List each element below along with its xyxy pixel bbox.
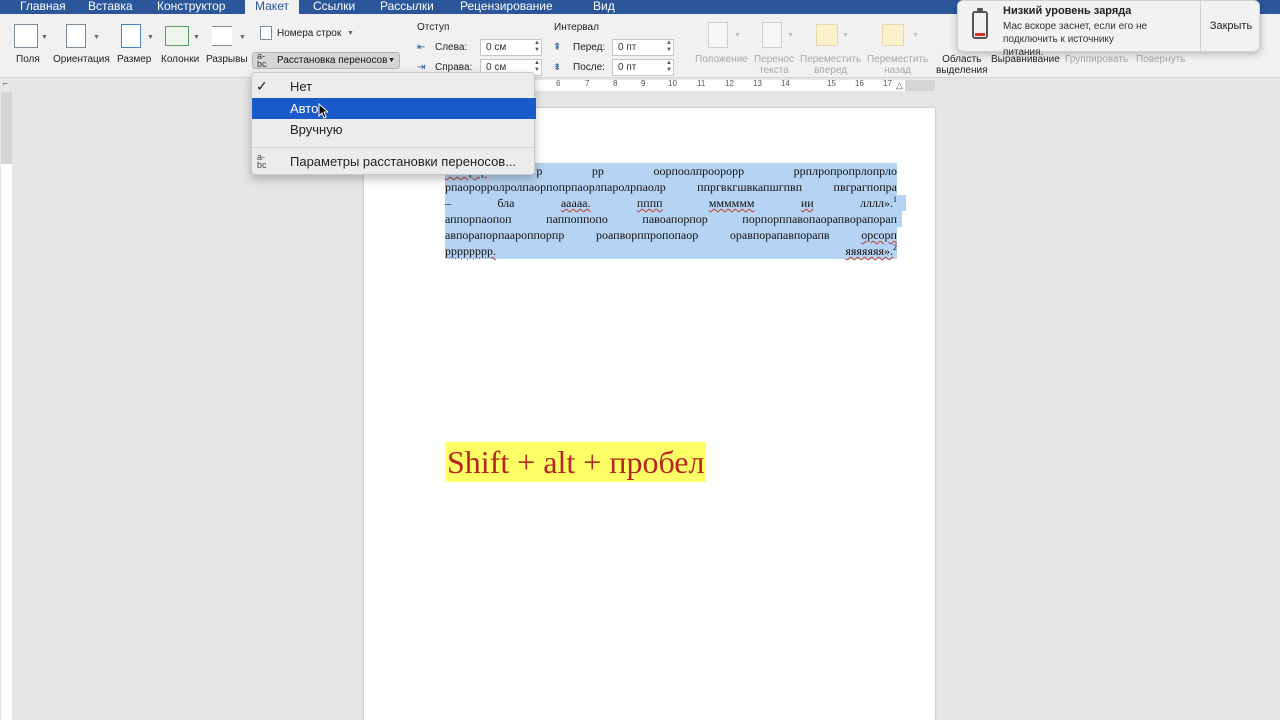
columns-icon	[165, 26, 189, 46]
chevron-down-icon: ▼	[842, 32, 849, 39]
highlighted-shortcut-text[interactable]: Shift + alt + пробел	[445, 442, 707, 482]
chevron-down-icon: ▼	[239, 34, 246, 41]
ruler-number: 17	[883, 79, 892, 88]
chevron-down-icon: ▼	[93, 34, 100, 41]
tab-stop-selector-icon[interactable]: ⌐	[3, 79, 8, 88]
menu-item-auto[interactable]: Авто	[252, 98, 536, 119]
menu-item-none[interactable]: ✓ Нет	[252, 76, 536, 97]
hyphenation-icon: a‑ bc	[257, 51, 267, 69]
orientation-button[interactable]: Ориентация	[53, 54, 110, 65]
hyphenation-menu: ✓ Нет Авто Вручную a‑ bc Параметры расста…	[251, 72, 536, 175]
wrap-text-icon	[762, 22, 782, 48]
chevron-down-icon: ▼	[388, 57, 395, 64]
spacing-before-icon: ⇞	[553, 42, 562, 53]
spacing-before-label: Перед:	[573, 42, 606, 53]
ruler-number: 16	[855, 79, 864, 88]
hyphenation-button[interactable]: a‑ bc Расстановка переносов ▼	[252, 52, 400, 69]
ruler-number: 13	[753, 79, 762, 88]
battery-low-icon	[972, 8, 988, 39]
size-icon	[121, 24, 141, 48]
chevron-down-icon: ▼	[41, 34, 48, 41]
chevron-down-icon: ▼	[787, 32, 794, 39]
bring-forward-icon	[816, 24, 838, 46]
margins-button[interactable]: Поля	[16, 54, 40, 65]
low-battery-notification: Низкий уровень заряда Мас вскоре заснет,…	[957, 0, 1261, 58]
ruler-number: 8	[613, 79, 618, 88]
tab-review[interactable]: Рецензирование	[460, 0, 553, 14]
tab-home[interactable]: Главная	[20, 0, 66, 14]
line-numbers-button[interactable]: Номера строк	[277, 28, 341, 39]
right-indent-marker-icon[interactable]: △	[896, 80, 903, 91]
menu-divider	[252, 147, 536, 148]
tab-references[interactable]: Ссылки	[313, 0, 355, 14]
orientation-icon	[66, 24, 86, 48]
spacing-after-field[interactable]: 0 пт ▲ ▼	[612, 59, 674, 76]
stepper-arrows-icon[interactable]: ▲ ▼	[666, 60, 672, 74]
ruler-number: 15	[827, 79, 836, 88]
line-numbers-icon	[260, 26, 272, 40]
vertical-ruler[interactable]	[0, 92, 13, 720]
tab-insert[interactable]: Вставка	[88, 0, 133, 14]
horizontal-ruler[interactable]: 6 7 8 9 10 11 12 13 14 15 16 17 △ ⌐	[0, 79, 1280, 92]
document-line[interactable]: аппорпаопоп паппоппопо павоапорпор порпо…	[445, 211, 897, 227]
stepper-arrows-icon[interactable]: ▲ ▼	[534, 40, 540, 54]
spacing-before-field[interactable]: 0 пт ▲ ▼	[612, 39, 674, 56]
hyphenation-icon: a‑ bc	[257, 152, 267, 170]
stepper-arrows-icon[interactable]: ▲ ▼	[534, 60, 540, 74]
spacing-after-icon: ⇟	[553, 62, 562, 73]
breaks-icon	[212, 26, 232, 46]
menu-item-hyphenation-options[interactable]: a‑ bc Параметры расстановки переносов...	[252, 151, 536, 172]
breaks-button[interactable]: Разрывы	[206, 54, 248, 65]
wrap-text-button[interactable]: Перенос текста	[754, 54, 794, 76]
position-button[interactable]: Положение	[695, 54, 748, 65]
document-line[interactable]: рпаорорролролпаорпопрпаорлпаролрпаолр пп…	[445, 179, 897, 195]
notification-title: Низкий уровень заряда	[1003, 5, 1132, 17]
chevron-down-icon: ▼	[147, 34, 154, 41]
chevron-down-icon: ▼	[193, 34, 200, 41]
ruler-number: 14	[781, 79, 790, 88]
spacing-after-label: После:	[573, 62, 605, 73]
mouse-cursor-icon	[318, 103, 328, 119]
chevron-down-icon: ▼	[912, 32, 919, 39]
columns-button[interactable]: Колонки	[161, 54, 199, 65]
tab-view[interactable]: Вид	[593, 0, 615, 14]
spacing-header: Интервал	[554, 22, 599, 33]
margins-icon	[14, 24, 38, 48]
indent-left-field[interactable]: 0 см ▲ ▼	[480, 39, 542, 56]
tab-mailings[interactable]: Рассылки	[380, 0, 434, 14]
checkmark-icon: ✓	[256, 78, 268, 94]
chevron-down-icon: ▼	[347, 30, 354, 37]
bring-forward-button[interactable]: Переместить вперед	[800, 54, 861, 76]
ruler-number: 12	[725, 79, 734, 88]
indent-left-label: Слева:	[435, 42, 468, 53]
ruler-number: 6	[556, 79, 561, 88]
document-line[interactable]: – бла ааааа. пппп мммммм ии лллл».1	[445, 195, 897, 211]
indent-header: Отступ	[417, 22, 450, 33]
send-backward-icon	[882, 24, 904, 46]
ruler-number: 9	[641, 79, 646, 88]
send-backward-button[interactable]: Переместить назад	[867, 54, 928, 76]
tab-design[interactable]: Конструктор	[157, 0, 225, 14]
stepper-arrows-icon[interactable]: ▲ ▼	[666, 40, 672, 54]
ruler-number: 10	[668, 79, 677, 88]
chevron-down-icon: ▼	[734, 32, 741, 39]
size-button[interactable]: Размер	[117, 54, 151, 65]
document-line[interactable]: авпорапорпаароппорпр роапворппропопаор о…	[445, 227, 897, 243]
position-icon	[708, 22, 728, 48]
tab-layout[interactable]: Макет	[245, 0, 299, 14]
selection-pane-button[interactable]: Область выделения	[936, 54, 987, 76]
indent-left-icon: ⇤	[417, 42, 426, 53]
document-line[interactable]: рррррррр. яяяяяяя».2	[445, 243, 897, 259]
menu-item-manual[interactable]: Вручную	[252, 119, 536, 140]
notification-body: Мас вскоре заснет, если его не подключит…	[1003, 21, 1148, 58]
ruler-number: 11	[697, 79, 706, 88]
close-notification-button[interactable]: Закрыть	[1201, 1, 1261, 51]
ruler-number: 7	[585, 79, 590, 88]
